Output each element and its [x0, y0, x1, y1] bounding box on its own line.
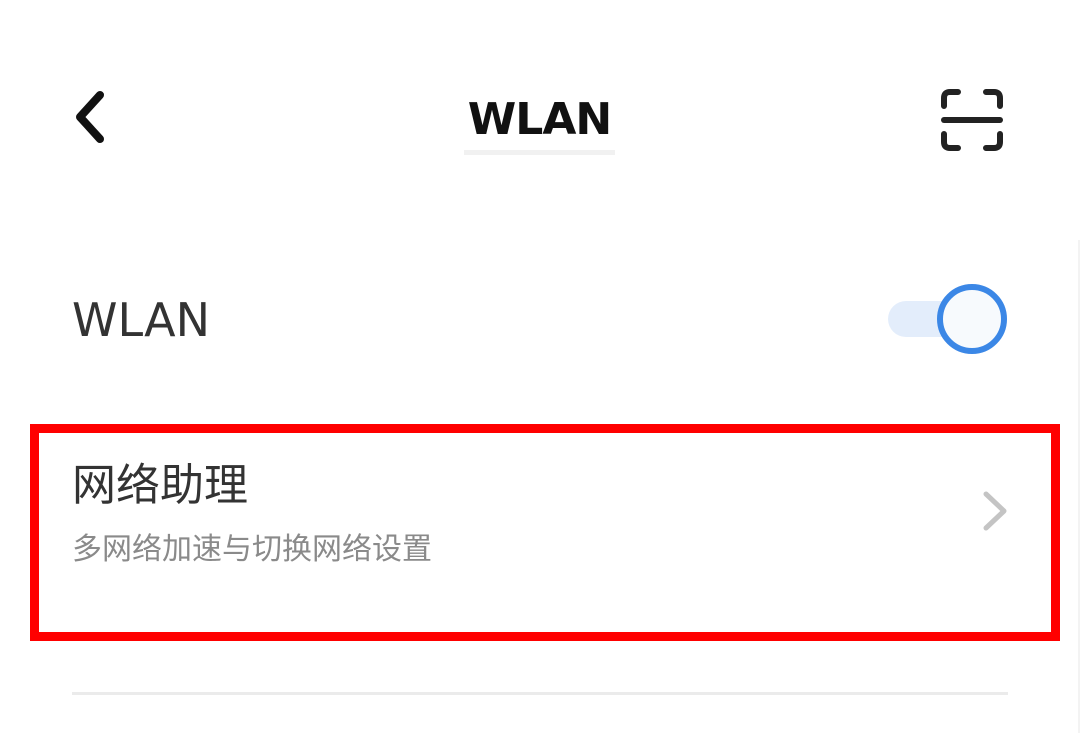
network-assistant-subtitle: 多网络加速与切换网络设置	[72, 532, 432, 567]
page-title: WLAN	[464, 90, 615, 150]
scan-icon	[941, 89, 1003, 151]
wlan-toggle[interactable]	[886, 284, 1010, 354]
toggle-knob	[937, 284, 1007, 354]
scan-button[interactable]	[936, 84, 1008, 156]
back-button[interactable]	[60, 82, 120, 152]
back-arrow-icon	[76, 91, 104, 143]
network-assistant-item[interactable]: 网络助理 多网络加速与切换网络设置	[0, 430, 1080, 635]
header: WLAN	[0, 60, 1080, 180]
wlan-toggle-row: WLAN	[0, 260, 1080, 380]
network-assistant-title: 网络助理	[72, 460, 248, 511]
wlan-settings-screen: WLAN WLAN 网络助理 多网络加速与切换网络设置	[0, 0, 1080, 733]
chevron-right-icon	[983, 491, 1007, 531]
page-title-container: WLAN	[464, 90, 615, 155]
wlan-label: WLAN	[72, 293, 211, 347]
divider	[72, 692, 1008, 695]
